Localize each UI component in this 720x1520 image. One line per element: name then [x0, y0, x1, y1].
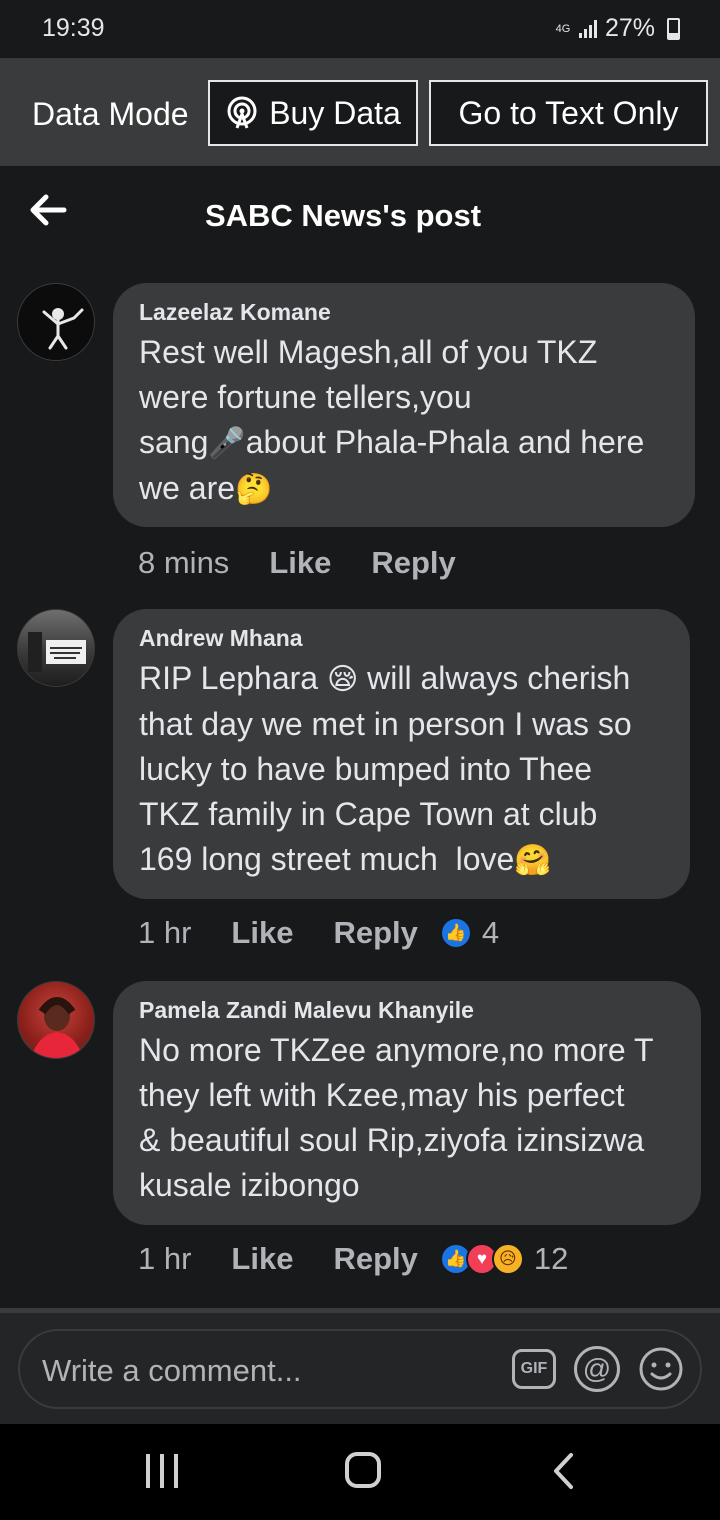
text-only-label: Go to Text Only: [458, 94, 679, 131]
comment-bubble: Andrew Mhana RIP Lephara 😪 will always c…: [113, 609, 690, 899]
reply-button[interactable]: Reply: [371, 545, 455, 581]
avatar[interactable]: [17, 981, 95, 1059]
buy-data-label: Buy Data: [269, 94, 401, 131]
sleepy-face-emoji: 😪: [326, 663, 359, 696]
network-type-icon: 4G: [555, 22, 571, 35]
comment-text: No more TKZee anymore,no more T they lef…: [139, 1032, 654, 1203]
back-icon[interactable]: [551, 1452, 575, 1490]
comment-meta: 1 hr Like Reply 👍 4: [138, 915, 499, 951]
data-mode-label: Data Mode: [32, 96, 189, 132]
home-icon[interactable]: [345, 1452, 381, 1488]
like-reaction-icon: 👍: [439, 917, 472, 949]
status-bar: 19:39 4G 27%: [0, 0, 720, 58]
page-title: SABC News's post: [204, 198, 482, 233]
like-button[interactable]: Like: [269, 545, 331, 581]
broadcast-icon: [227, 96, 257, 129]
reply-button[interactable]: Reply: [333, 915, 417, 951]
mention-icon[interactable]: @: [574, 1346, 620, 1392]
microphone-emoji: 🎤: [208, 427, 246, 460]
reply-button[interactable]: Reply: [333, 1241, 417, 1277]
post-header: SABC News's post: [0, 166, 720, 266]
buy-data-button[interactable]: Buy Data: [208, 80, 418, 146]
gif-icon[interactable]: GIF: [512, 1349, 556, 1389]
comment-composer: Write a comment... GIF @: [0, 1312, 720, 1424]
comment-meta: 8 mins Like Reply: [138, 545, 496, 581]
comment-meta: 1 hr Like Reply 👍 ♥ 😥 12: [138, 1241, 568, 1277]
system-nav-bar: [0, 1424, 720, 1520]
thinking-face-emoji: 🤔: [235, 473, 273, 506]
text-only-button[interactable]: Go to Text Only: [429, 80, 708, 146]
comment-bubble: Pamela Zandi Malevu Khanyile No more TKZ…: [113, 981, 701, 1225]
dab-skeleton-image: [42, 308, 84, 350]
recent-apps-icon[interactable]: [146, 1454, 178, 1488]
like-button[interactable]: Like: [231, 1241, 293, 1277]
reactions-summary[interactable]: 👍 ♥ 😥 12: [439, 1241, 569, 1277]
comment-placeholder: Write a comment...: [42, 1353, 302, 1388]
sad-reaction-icon: 😥: [491, 1243, 524, 1275]
battery-icon: [667, 17, 680, 40]
comment-author[interactable]: Andrew Mhana: [139, 625, 664, 652]
reaction-count: 12: [533, 1241, 569, 1276]
reaction-count: 4: [481, 915, 500, 950]
battery-percent: 27%: [604, 14, 655, 42]
signal-icon: [578, 19, 597, 38]
reactions-summary[interactable]: 👍 4: [439, 915, 500, 951]
avatar[interactable]: [17, 283, 95, 361]
comment-text-part: RIP Lephara: [139, 660, 327, 696]
data-mode-bar: Data Mode Buy Data Go to Text Only: [0, 58, 720, 166]
comment-author[interactable]: Pamela Zandi Malevu Khanyile: [139, 997, 675, 1024]
comment-input[interactable]: Write a comment... GIF @: [18, 1329, 702, 1409]
comment-time: 1 hr: [138, 1241, 192, 1276]
status-indicators: 4G 27%: [555, 14, 680, 43]
emoji-icon[interactable]: [638, 1346, 684, 1392]
comment-time: 8 mins: [138, 545, 230, 580]
comment-text: Rest well Magesh,all of you TKZ were for…: [139, 330, 669, 512]
avatar-photo: [28, 632, 86, 672]
avatar-photo: [30, 997, 84, 1058]
comment-author[interactable]: Lazeelaz Komane: [139, 299, 669, 326]
comment-bubble: Lazeelaz Komane Rest well Magesh,all of …: [113, 283, 695, 527]
status-time: 19:39: [42, 14, 105, 42]
comment-text: RIP Lephara 😪 will always cherish that d…: [139, 656, 664, 883]
hugging-face-emoji: 🤗: [514, 844, 552, 877]
avatar[interactable]: [17, 609, 95, 687]
like-button[interactable]: Like: [231, 915, 293, 951]
comment-time: 1 hr: [138, 915, 192, 950]
